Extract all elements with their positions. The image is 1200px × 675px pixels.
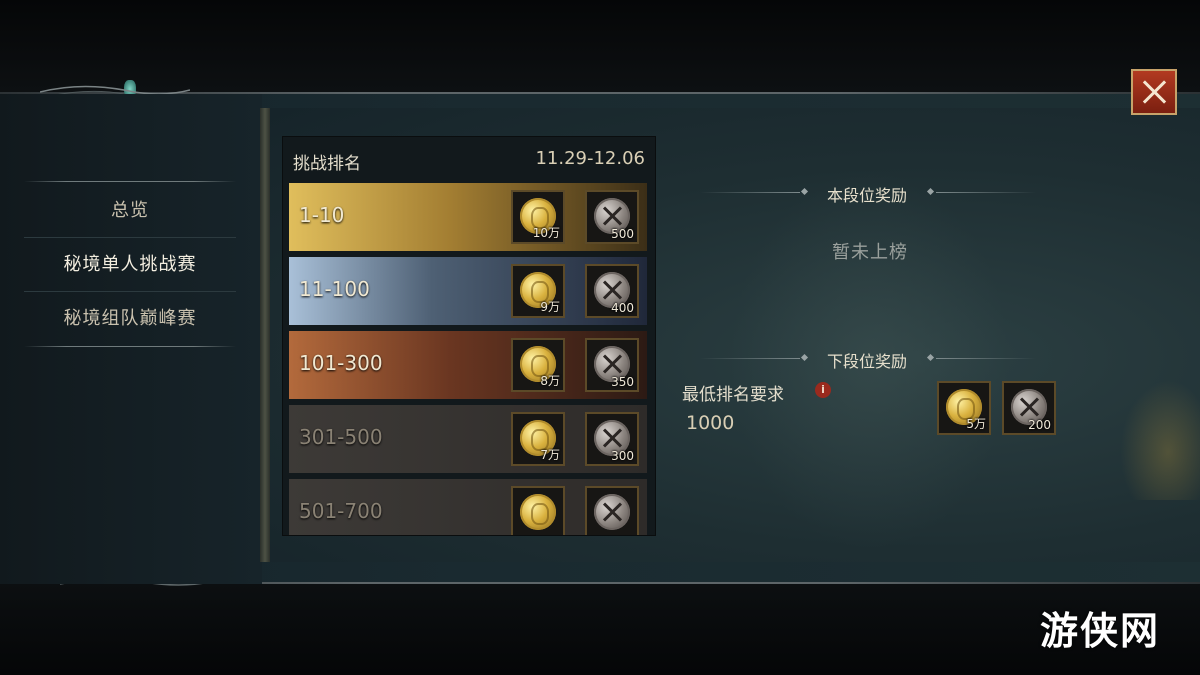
rank-row-3[interactable]: 101-300 8万 350 [289,331,647,399]
sidebar-item-overview[interactable]: 总览 [24,185,236,237]
section-divider [700,358,800,359]
background-glow [1120,380,1200,500]
section-divider [936,358,1036,359]
rank-range: 301-500 [299,425,383,449]
medal-amount: 350 [611,375,634,389]
medal-reward[interactable]: 300 [585,412,639,466]
crossed-swords-medal-icon [594,494,630,530]
coin-reward[interactable]: 7万 [511,412,565,466]
gold-coin-icon [520,494,556,530]
rank-range: 11-100 [299,277,370,301]
site-watermark: 游侠网 [1040,609,1161,653]
rank-row-1[interactable]: 1-10 10万 500 [289,183,647,251]
current-tier-title: 本段位奖励 [826,186,907,205]
sidebar-separator [24,237,236,238]
section-divider [700,192,800,193]
rank-range: 1-10 [299,203,345,227]
ranking-date-range: 11.29-12.06 [535,148,645,169]
medal-reward[interactable]: 400 [585,264,639,318]
info-icon[interactable]: i [815,382,831,398]
section-divider [936,192,1036,193]
next-coin-reward[interactable]: 5万 [937,381,991,435]
close-button[interactable] [1131,69,1177,115]
rank-range: 501-700 [299,499,383,523]
rank-row-2[interactable]: 11-100 9万 400 [289,257,647,325]
current-tier-status: 暂未上榜 [832,242,908,263]
coin-amount: 8万 [540,374,560,388]
coin-amount: 9万 [540,300,560,314]
rank-range: 101-300 [299,351,383,375]
medal-amount: 200 [1028,418,1051,432]
sidebar-top-divider [24,181,236,182]
ranking-title: 挑战排名 [293,154,361,174]
coin-amount: 5万 [966,417,986,431]
ranking-header: 挑战排名 11.29-12.06 [283,137,655,181]
medal-amount: 400 [611,301,634,315]
min-rank-value: 1000 [686,412,735,434]
medal-amount: 300 [611,449,634,463]
coin-reward[interactable]: 8万 [511,338,565,392]
sidebar-item-solo-challenge[interactable]: 秘境单人挑战赛 [24,239,236,291]
min-rank-label: 最低排名要求 [682,385,784,405]
medal-reward[interactable] [585,486,639,535]
medal-reward[interactable]: 350 [585,338,639,392]
ranking-list[interactable]: 挑战排名 11.29-12.06 1-10 10万 500 11-100 9万 … [282,136,656,536]
coin-amount: 7万 [540,448,560,462]
content-rail [260,108,270,562]
medal-amount: 500 [611,227,634,241]
sidebar-separator [24,291,236,292]
coin-reward[interactable]: 10万 [511,190,565,244]
coin-reward[interactable] [511,486,565,535]
rank-row-4[interactable]: 301-500 7万 300 [289,405,647,473]
next-medal-reward[interactable]: 200 [1002,381,1056,435]
coin-amount: 10万 [532,226,560,240]
sidebar-bottom-divider [24,346,236,347]
rank-row-5[interactable]: 501-700 [289,479,647,535]
medal-reward[interactable]: 500 [585,190,639,244]
sidebar-item-team-peak[interactable]: 秘境组队巅峰赛 [24,293,236,345]
coin-reward[interactable]: 9万 [511,264,565,318]
next-tier-title: 下段位奖励 [826,352,907,371]
